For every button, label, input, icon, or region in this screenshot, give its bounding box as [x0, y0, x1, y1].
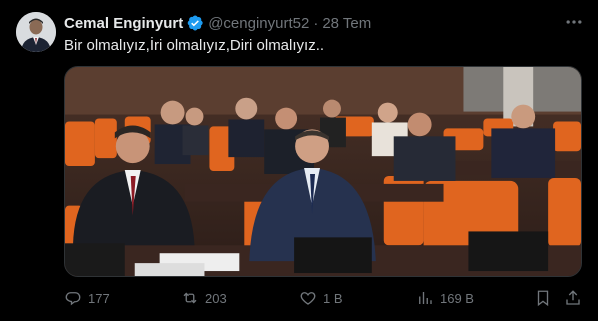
more-horizontal-icon — [566, 20, 582, 24]
author-name[interactable]: Cemal Enginyurt — [64, 15, 183, 32]
author-handle[interactable]: @cenginyurt52 — [208, 15, 309, 32]
tweet-header: Cemal Enginyurt @cenginyurt52 · 28 Tem — [64, 13, 371, 33]
repost-count: 203 — [205, 290, 227, 306]
like-button[interactable]: 1 B — [299, 286, 343, 310]
tweet-text: Bir olmalıyız,İri olmalıyız,Diri olmalıy… — [64, 37, 325, 54]
views-button[interactable]: 169 B — [416, 286, 474, 310]
bookmark-button[interactable] — [534, 286, 552, 310]
share-button[interactable] — [564, 286, 582, 310]
verified-badge-icon — [186, 14, 204, 32]
like-count: 1 B — [323, 290, 343, 306]
repost-button[interactable]: 203 — [181, 286, 227, 310]
avatar-image — [16, 12, 56, 52]
views-chart-icon — [419, 292, 432, 304]
repost-icon — [183, 292, 197, 304]
photo-parliament-members — [65, 67, 581, 276]
reply-icon — [65, 292, 81, 306]
views-count: 169 B — [440, 290, 474, 306]
more-options-button[interactable] — [564, 12, 584, 32]
tweet-actions-bar: 177 203 1 B 169 B — [64, 286, 582, 310]
tweet-timestamp[interactable]: 28 Tem — [322, 15, 371, 32]
tweet-media-photo[interactable] — [64, 66, 582, 277]
reply-count: 177 — [88, 290, 110, 306]
profile-avatar[interactable] — [16, 12, 56, 52]
heart-icon — [300, 292, 316, 305]
reply-button[interactable]: 177 — [64, 286, 110, 310]
bookmark-icon — [537, 290, 549, 307]
share-icon — [566, 290, 580, 305]
separator-dot: · — [313, 14, 319, 32]
